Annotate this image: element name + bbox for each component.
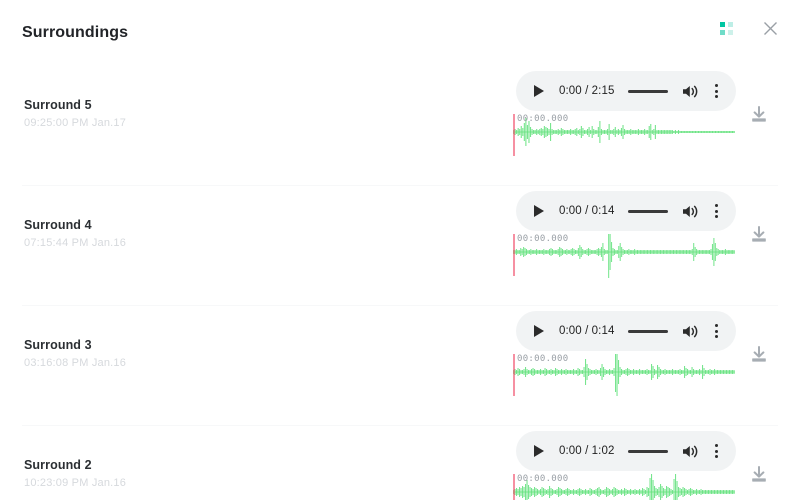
more-vertical-icon (714, 215, 718, 218)
audio-player: 0:00 / 0:14 (516, 311, 736, 351)
grid-icon (719, 21, 733, 35)
recordings-list: Surround 5 09:25:00 PM Jan.17 0:00 / 2:15 0… (0, 66, 800, 500)
more-vertical-icon (714, 89, 718, 93)
recording-row[interactable]: Surround 4 07:15:44 PM Jan.16 0:00 / 0:14 0… (0, 186, 800, 306)
waveform[interactable]: 00:00.000 (513, 474, 735, 500)
player-menu-button[interactable] (708, 441, 724, 461)
more-vertical-icon (714, 324, 718, 327)
audio-player-controls: 0:00 / 1:02 (516, 431, 736, 471)
audio-player: 0:00 / 0:14 (516, 191, 736, 231)
volume-icon (682, 445, 697, 457)
player-menu-button[interactable] (708, 321, 724, 341)
close-button[interactable] (756, 14, 784, 42)
playback-progress-bar[interactable] (628, 209, 668, 213)
recording-row[interactable]: Surround 2 10:23:09 PM Jan.16 0:00 / 1:02 0… (0, 426, 800, 500)
download-icon (752, 466, 766, 482)
more-vertical-icon (714, 329, 718, 333)
play-icon (534, 325, 544, 337)
play-button[interactable] (530, 82, 548, 100)
page-title: Surroundings (22, 24, 129, 41)
player-menu-button[interactable] (708, 81, 724, 101)
playback-progress-bar[interactable] (628, 89, 668, 93)
waveform[interactable]: 00:00.000 (513, 114, 735, 170)
recording-meta: Surround 4 07:15:44 PM Jan.16 (24, 217, 464, 250)
download-button[interactable] (748, 104, 770, 126)
audio-player: 0:00 / 2:15 (516, 71, 736, 111)
recording-row[interactable]: Surround 5 09:25:00 PM Jan.17 0:00 / 2:15 0… (0, 66, 800, 186)
playback-time-label: 0:00 / 2:15 (559, 85, 615, 97)
more-vertical-icon (714, 209, 718, 213)
volume-icon (682, 205, 697, 217)
play-icon (534, 205, 544, 217)
volume-button[interactable] (680, 81, 700, 101)
download-icon (752, 106, 766, 122)
playback-progress-bar[interactable] (628, 329, 668, 333)
volume-icon (682, 85, 697, 97)
play-button[interactable] (530, 202, 548, 220)
recording-title: Surround 5 (24, 98, 92, 112)
recording-title: Surround 3 (24, 338, 92, 352)
recording-timestamp: 07:15:44 PM Jan.16 (24, 237, 127, 249)
recording-meta: Surround 5 09:25:00 PM Jan.17 (24, 97, 464, 130)
close-icon (763, 21, 777, 35)
more-vertical-icon (714, 449, 718, 453)
recording-title: Surround 2 (24, 458, 92, 472)
panel-header: Surroundings (0, 0, 800, 66)
grid-view-button[interactable] (712, 14, 740, 42)
volume-button[interactable] (680, 441, 700, 461)
recording-timestamp: 09:25:00 PM Jan.17 (24, 117, 127, 129)
header-actions (712, 14, 784, 42)
more-vertical-icon (714, 455, 718, 458)
more-vertical-icon (714, 335, 718, 338)
surroundings-panel: Surroundings Surround 5 09:25:00 PM Jan.1… (0, 0, 800, 500)
audio-player-controls: 0:00 / 0:14 (516, 311, 736, 351)
volume-button[interactable] (680, 321, 700, 341)
playback-time-label: 0:00 / 1:02 (559, 445, 615, 457)
recording-timestamp: 03:16:08 PM Jan.16 (24, 357, 127, 369)
playback-time-label: 0:00 / 0:14 (559, 205, 615, 217)
recording-row[interactable]: Surround 3 03:16:08 PM Jan.16 0:00 / 0:14 0… (0, 306, 800, 426)
more-vertical-icon (714, 84, 718, 87)
download-icon (752, 346, 766, 362)
playback-time-label: 0:00 / 0:14 (559, 325, 615, 337)
waveform[interactable]: 00:00.000 (513, 234, 735, 290)
recording-meta: Surround 2 10:23:09 PM Jan.16 (24, 457, 464, 490)
play-icon (534, 85, 544, 97)
download-button[interactable] (748, 224, 770, 246)
waveform[interactable]: 00:00.000 (513, 354, 735, 410)
audio-player-controls: 0:00 / 2:15 (516, 71, 736, 111)
more-vertical-icon (714, 444, 718, 447)
play-button[interactable] (530, 322, 548, 340)
play-button[interactable] (530, 442, 548, 460)
player-menu-button[interactable] (708, 201, 724, 221)
download-button[interactable] (748, 464, 770, 486)
audio-player: 0:00 / 1:02 (516, 431, 736, 471)
download-icon (752, 226, 766, 242)
recording-timestamp: 10:23:09 PM Jan.16 (24, 477, 127, 489)
recording-title: Surround 4 (24, 218, 92, 232)
volume-button[interactable] (680, 201, 700, 221)
play-icon (534, 445, 544, 457)
more-vertical-icon (714, 95, 718, 98)
playback-progress-bar[interactable] (628, 449, 668, 453)
more-vertical-icon (714, 204, 718, 207)
audio-player-controls: 0:00 / 0:14 (516, 191, 736, 231)
download-button[interactable] (748, 344, 770, 366)
volume-icon (682, 325, 697, 337)
recording-meta: Surround 3 03:16:08 PM Jan.16 (24, 337, 464, 370)
